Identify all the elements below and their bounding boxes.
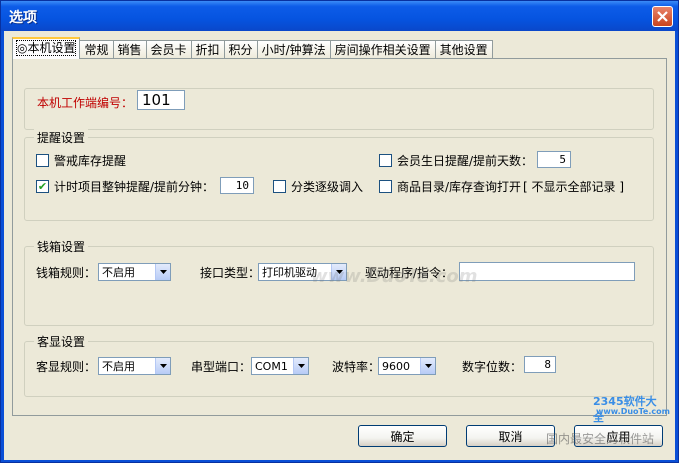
member-birthday-checkbox[interactable]: 会员生日提醒/提前天数： <box>379 152 533 169</box>
baud-rate-label: 波特率： <box>332 360 381 374</box>
display-rule-select[interactable]: 不启用 <box>98 357 171 375</box>
tab-other-settings[interactable]: 其他设置 <box>434 40 493 59</box>
chevron-down-icon[interactable] <box>155 358 170 374</box>
timer-alert-label: 计时项目整钟提醒/提前分钟： <box>54 180 215 194</box>
window-title: 选项 <box>9 10 37 26</box>
stock-alert-label: 警戒库存提醒 <box>54 154 127 168</box>
reminder-group-title: 提醒设置 <box>34 129 89 146</box>
cashbox-rule-value: 不启用 <box>102 266 135 279</box>
tab-panel: 本机工作端编号： 101 提醒设置 警戒库存提醒 会员生日提醒/提前天数： 5 … <box>12 58 670 424</box>
tab-member-card[interactable]: 会员卡 <box>145 40 192 59</box>
chevron-down-icon[interactable] <box>420 358 435 374</box>
digit-count-label: 数字位数： <box>462 360 523 374</box>
watermark-subtext: 国内最安全的软件站 <box>546 432 655 446</box>
terminal-number-label: 本机工作端编号： <box>37 96 134 110</box>
birthday-days-input[interactable]: 5 <box>537 151 571 168</box>
member-birthday-label: 会员生日提醒/提前天数： <box>397 154 534 168</box>
catalog-open-checkbox[interactable]: 商品目录/库存查询打开 [ 不显示全部记录 ] <box>379 178 624 195</box>
serial-port-value: COM1 <box>255 359 288 373</box>
driver-command-input[interactable] <box>459 262 635 281</box>
display-rule-label: 客显规则： <box>36 360 97 374</box>
watermark-text: www.DuoTe.com <box>311 266 478 287</box>
watermark-logo-url: www.DuoTe.com <box>596 407 670 416</box>
options-dialog: 选项 ◎本机设置 常规 销售 会员卡 折扣 积分 小时/钟算法 房间操作相关设置… <box>0 0 679 463</box>
stock-alert-checkbox[interactable]: 警戒库存提醒 <box>36 152 126 169</box>
checkbox-box <box>379 180 392 193</box>
serial-port-select[interactable]: COM1 <box>251 357 309 375</box>
close-button[interactable] <box>652 6 673 27</box>
terminal-number-input[interactable]: 101 <box>137 90 185 110</box>
display-rule-value: 不启用 <box>102 360 135 373</box>
catalog-open-label: 商品目录/库存查询打开 <box>397 180 522 194</box>
category-step-checkbox[interactable]: 分类逐级调入 <box>273 178 363 195</box>
ok-button[interactable]: 确定 <box>358 425 447 447</box>
baud-rate-select[interactable]: 9600 <box>378 357 436 375</box>
close-icon <box>657 11 668 22</box>
digit-count-input[interactable]: 8 <box>524 356 556 373</box>
cancel-button[interactable]: 取消 <box>466 425 555 447</box>
checkbox-box <box>273 180 286 193</box>
tab-local-settings[interactable]: ◎本机设置 <box>12 37 81 59</box>
tab-points[interactable]: 积分 <box>223 40 258 59</box>
baud-rate-value: 9600 <box>382 359 410 373</box>
tab-general[interactable]: 常规 <box>79 40 114 59</box>
tab-discount[interactable]: 折扣 <box>190 40 225 59</box>
cashbox-rule-select[interactable]: 不启用 <box>98 263 171 281</box>
checkbox-box <box>36 154 49 167</box>
port-type-label: 接口类型： <box>200 266 261 280</box>
tab-strip: ◎本机设置 常规 销售 会员卡 折扣 积分 小时/钟算法 房间操作相关设置 其他… <box>12 37 493 59</box>
serial-port-label: 串型端口： <box>191 360 252 374</box>
tab-sales[interactable]: 销售 <box>112 40 147 59</box>
customer-display-group-title: 客显设置 <box>34 333 89 350</box>
dialog-client: ◎本机设置 常规 销售 会员卡 折扣 积分 小时/钟算法 房间操作相关设置 其他… <box>4 31 675 460</box>
category-step-label: 分类逐级调入 <box>291 180 364 194</box>
chevron-down-icon[interactable] <box>155 264 170 280</box>
timer-alert-checkbox[interactable]: ✔ 计时项目整钟提醒/提前分钟： <box>36 178 214 195</box>
checkmark-icon: ✔ <box>36 180 49 193</box>
tab-room-operations[interactable]: 房间操作相关设置 <box>329 40 436 59</box>
cashbox-rule-label: 钱箱规则： <box>36 266 97 280</box>
chevron-down-icon[interactable] <box>293 358 308 374</box>
timer-minutes-input[interactable]: 10 <box>220 177 254 194</box>
cashbox-group-title: 钱箱设置 <box>34 238 89 255</box>
checkbox-box <box>379 154 392 167</box>
title-bar[interactable]: 选项 <box>1 1 678 31</box>
tab-hour-algorithm[interactable]: 小时/钟算法 <box>256 40 331 59</box>
catalog-open-note: [ 不显示全部记录 ] <box>523 180 625 194</box>
